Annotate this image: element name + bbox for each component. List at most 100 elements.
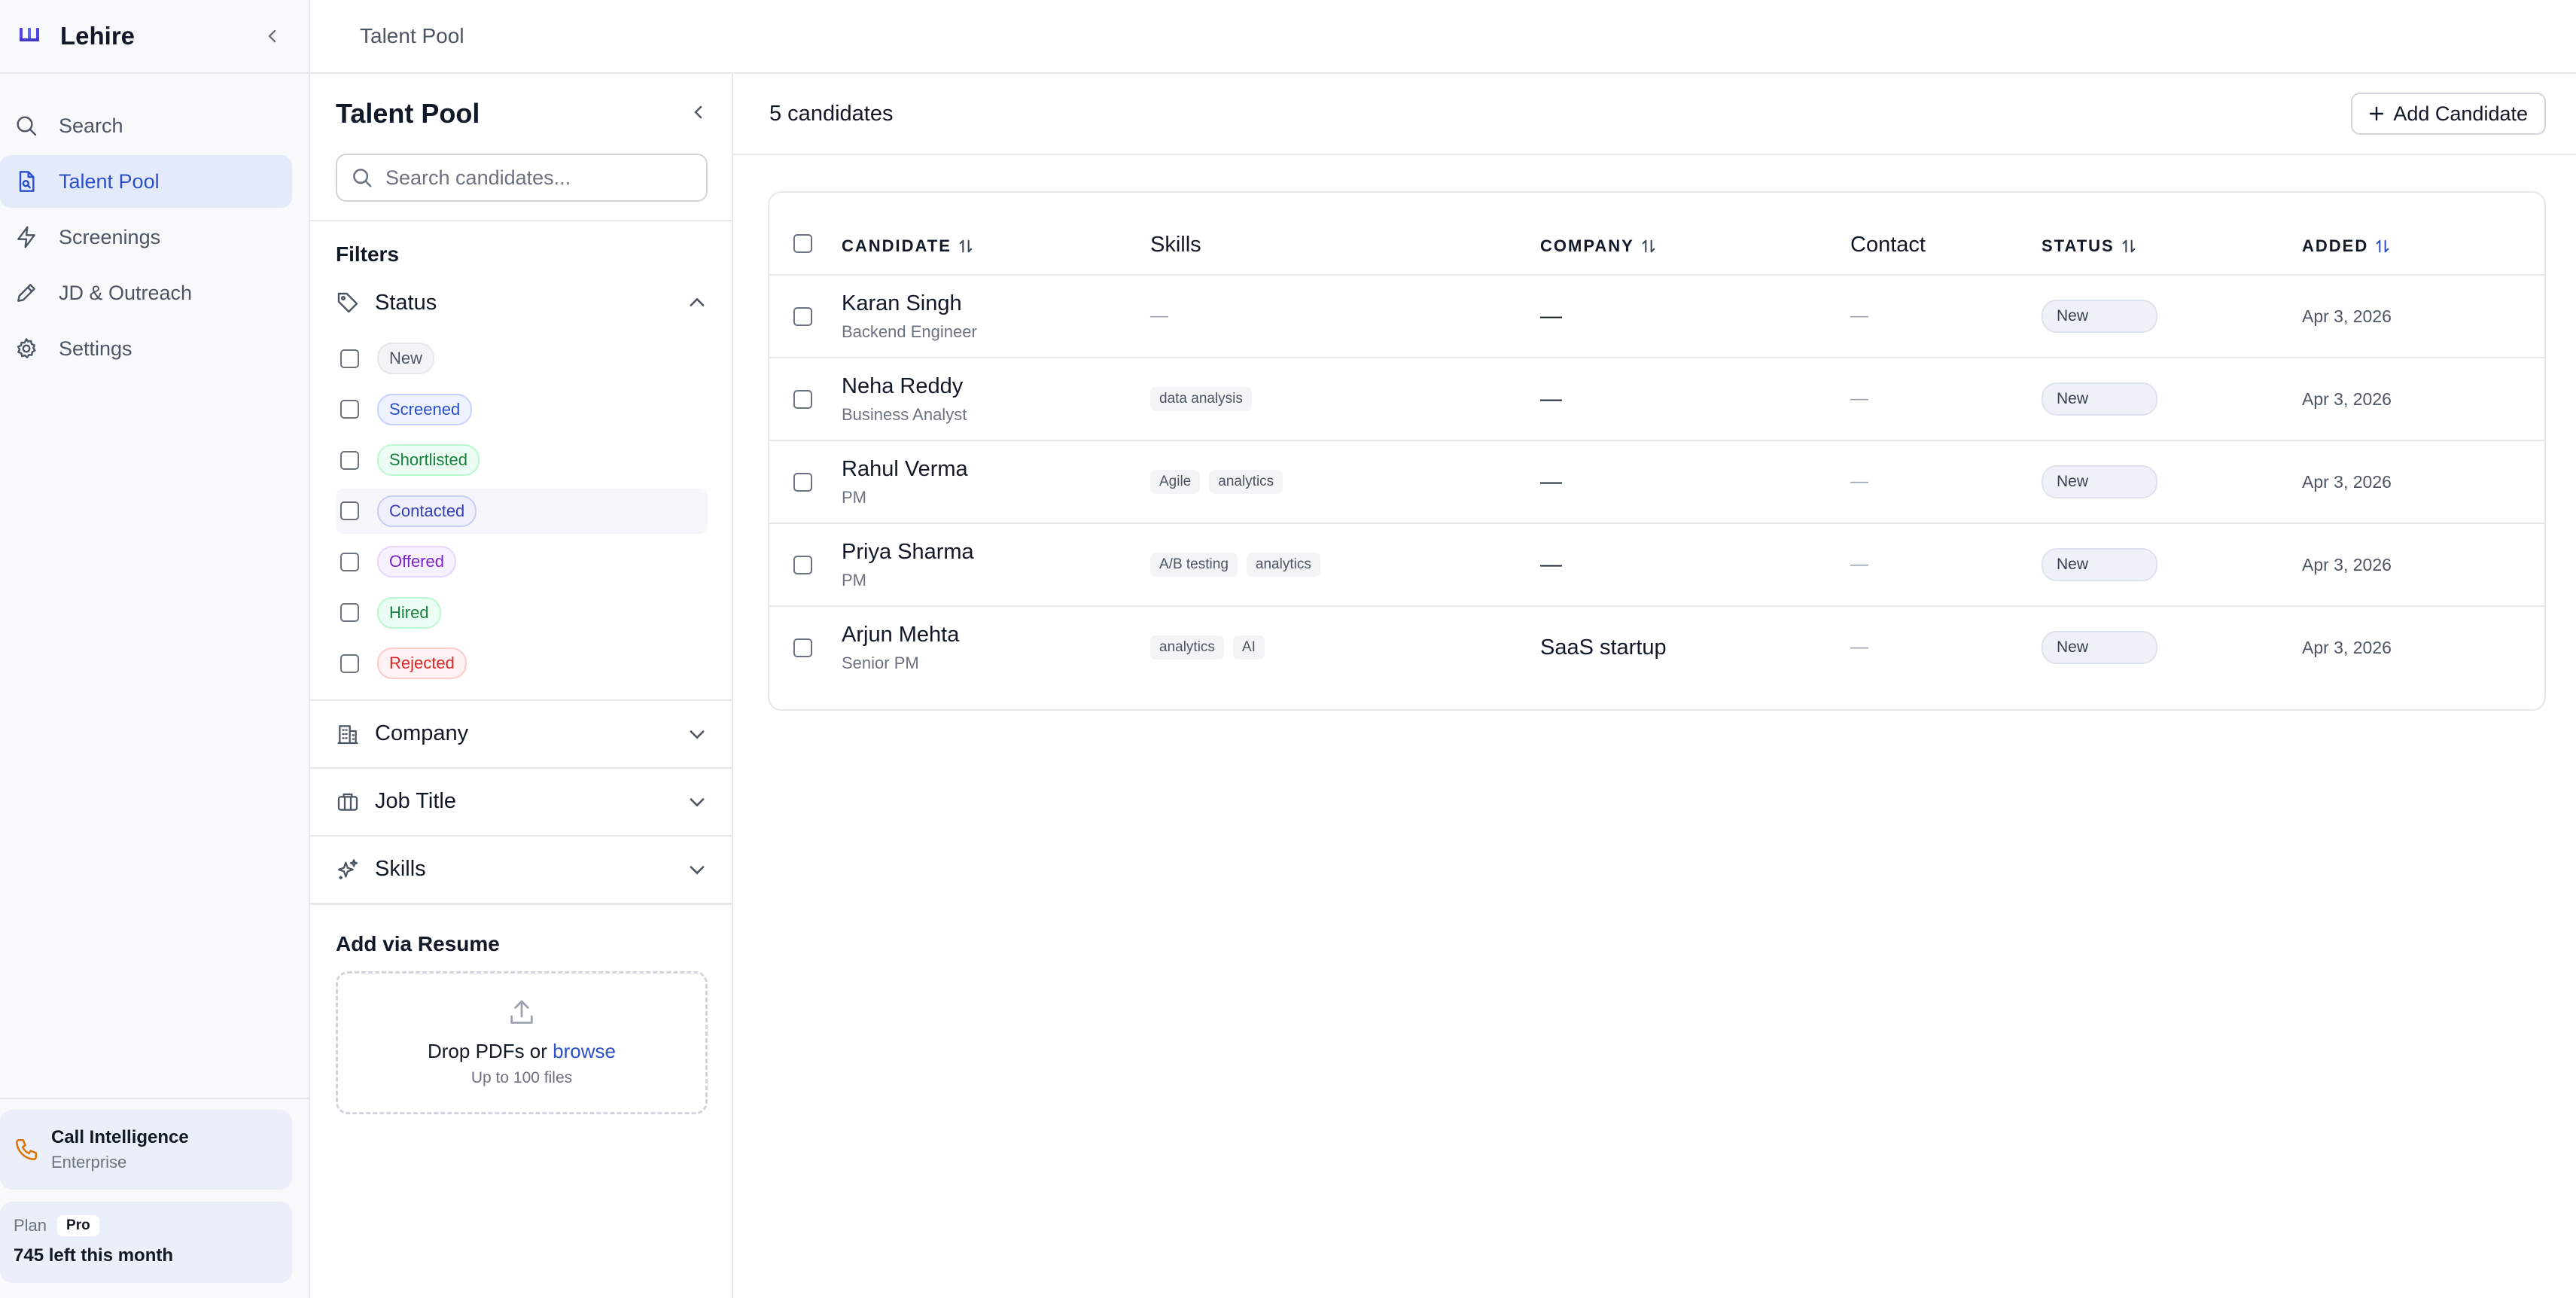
candidate-table: CANDIDATE Skills COMPANY Contact STATUS …	[768, 191, 2546, 711]
column-header-company[interactable]: COMPANY	[1540, 236, 1657, 256]
status-badge[interactable]: New	[2042, 300, 2157, 333]
column-header-skills: Skills	[1150, 233, 1201, 257]
browse-files-link[interactable]: browse	[553, 1040, 616, 1062]
upload-limit-text: Up to 100 files	[470, 1069, 573, 1086]
candidate-name[interactable]: Rahul Verma	[842, 457, 968, 482]
status-badge[interactable]: New	[2042, 382, 2157, 416]
status-option-screened[interactable]: Screened	[336, 387, 708, 432]
column-header-status[interactable]: STATUS	[2042, 236, 2137, 256]
nav-item-screenings[interactable]: Screenings	[0, 211, 292, 264]
resume-dropzone[interactable]: Drop PDFs or browse Up to 100 files	[336, 970, 708, 1114]
status-pill: Screened	[377, 393, 473, 425]
status-option-offered[interactable]: Offered	[336, 539, 708, 584]
column-header-added[interactable]: ADDED	[2302, 236, 2391, 256]
status-checkbox[interactable]	[340, 654, 359, 673]
status-option-contacted[interactable]: Contacted	[336, 488, 708, 534]
status-section-toggle[interactable]: Status	[310, 276, 732, 330]
candidate-name[interactable]: Arjun Mehta	[842, 623, 959, 647]
status-option-new[interactable]: New	[336, 336, 708, 381]
nav-item-jd-outreach[interactable]: JD & Outreach	[0, 267, 292, 319]
call-intelligence-link[interactable]: Call Intelligence Enterprise	[0, 1110, 292, 1190]
skill-tag: analytics	[1246, 553, 1320, 577]
candidate-search-box	[336, 154, 708, 202]
search-icon	[17, 116, 37, 136]
candidate-name[interactable]: Neha Reddy	[842, 374, 963, 399]
row-checkbox[interactable]	[793, 472, 812, 492]
tag-icon	[337, 292, 358, 313]
added-date: Apr 3, 2026	[2302, 554, 2392, 574]
table-row[interactable]: Karan Singh Backend Engineer — — — New A…	[769, 276, 2544, 358]
row-checkbox[interactable]	[793, 555, 812, 574]
status-pill: Shortlisted	[377, 444, 480, 476]
status-checkbox[interactable]	[340, 501, 359, 520]
job-title-section-toggle[interactable]: Job Title	[310, 769, 732, 835]
breadcrumb: Talent Pool	[360, 24, 464, 47]
column-label: CANDIDATE	[842, 236, 952, 255]
sidebar: Lehire Search Talent Pool Screenings JD …	[0, 0, 310, 1298]
app-name: Lehire	[60, 22, 135, 50]
company-empty: —	[1540, 552, 1562, 577]
status-checkbox[interactable]	[340, 603, 359, 622]
status-badge[interactable]: New	[2042, 548, 2157, 581]
sidebar-footer: Call Intelligence Enterprise Plan Pro 74…	[0, 1098, 309, 1298]
select-all-checkbox[interactable]	[793, 234, 812, 253]
status-pill: Rejected	[377, 647, 467, 679]
chevron-down-icon	[690, 730, 705, 739]
status-pill: New	[377, 343, 435, 374]
column-header-candidate[interactable]: CANDIDATE	[842, 236, 974, 256]
status-badge[interactable]: New	[2042, 631, 2157, 664]
candidate-count: 5 candidates	[769, 101, 894, 126]
status-checkbox[interactable]	[340, 349, 359, 368]
candidate-name[interactable]: Priya Sharma	[842, 540, 974, 565]
pen-icon	[17, 284, 35, 302]
status-checkbox[interactable]	[340, 450, 359, 470]
status-checkbox[interactable]	[340, 400, 359, 419]
status-option-shortlisted[interactable]: Shortlisted	[336, 437, 708, 483]
added-date: Apr 3, 2026	[2302, 306, 2392, 326]
table-row[interactable]: Arjun Mehta Senior PM analytics AI SaaS …	[769, 607, 2544, 690]
candidate-search-input[interactable]	[385, 166, 706, 190]
added-date: Apr 3, 2026	[2302, 637, 2392, 657]
company-section-toggle[interactable]: Company	[310, 701, 732, 767]
candidate-name[interactable]: Karan Singh	[842, 291, 962, 316]
nav-item-search[interactable]: Search	[0, 99, 292, 152]
column-label: ADDED	[2302, 236, 2369, 255]
collapse-sidebar-button[interactable]	[260, 24, 285, 48]
status-option-rejected[interactable]: Rejected	[336, 641, 708, 686]
collapse-filter-panel-button[interactable]	[690, 103, 708, 125]
phone-icon	[15, 1138, 38, 1161]
resume-upload-title: Add via Resume	[336, 931, 500, 955]
table-row[interactable]: Rahul Verma PM Agile analytics — — New A…	[769, 441, 2544, 524]
upload-icon	[510, 1000, 533, 1024]
table-row[interactable]: Priya Sharma PM A/B testing analytics — …	[769, 524, 2544, 607]
sort-icon	[1642, 239, 1655, 253]
company-empty: —	[1540, 469, 1562, 494]
status-option-hired[interactable]: Hired	[336, 590, 708, 635]
briefcase-icon	[337, 793, 358, 811]
call-intelligence-tier: Enterprise	[51, 1153, 127, 1172]
skills-empty: —	[1150, 306, 1168, 326]
candidate-list-area: 5 candidates Add Candidate CANDIDATE Ski…	[733, 74, 2576, 1298]
plus-icon	[2370, 106, 2384, 121]
row-checkbox[interactable]	[793, 389, 812, 409]
add-candidate-button[interactable]: Add Candidate	[2351, 93, 2546, 135]
status-checkbox[interactable]	[340, 552, 359, 571]
nav-item-settings[interactable]: Settings	[0, 322, 292, 375]
filter-panel: Talent Pool Filters Status New Screened …	[310, 74, 733, 1298]
table-row[interactable]: Neha Reddy Business Analyst data analysi…	[769, 358, 2544, 441]
plan-label: Plan	[14, 1216, 47, 1235]
row-checkbox[interactable]	[793, 638, 812, 657]
sparkles-icon	[337, 858, 358, 879]
added-date: Apr 3, 2026	[2302, 388, 2392, 409]
nav-item-label: JD & Outreach	[59, 281, 193, 304]
skills-section-toggle[interactable]: Skills	[310, 836, 732, 903]
skills-section-label: Skills	[375, 857, 426, 881]
nav-item-talent-pool[interactable]: Talent Pool	[0, 155, 292, 208]
lightning-icon	[17, 226, 35, 248]
sort-active-icon	[2376, 239, 2389, 253]
chevron-down-icon	[690, 797, 705, 806]
contact-value: —	[1850, 388, 1868, 409]
row-checkbox[interactable]	[793, 306, 812, 326]
skill-tag: Agile	[1150, 470, 1201, 494]
status-badge[interactable]: New	[2042, 465, 2157, 498]
